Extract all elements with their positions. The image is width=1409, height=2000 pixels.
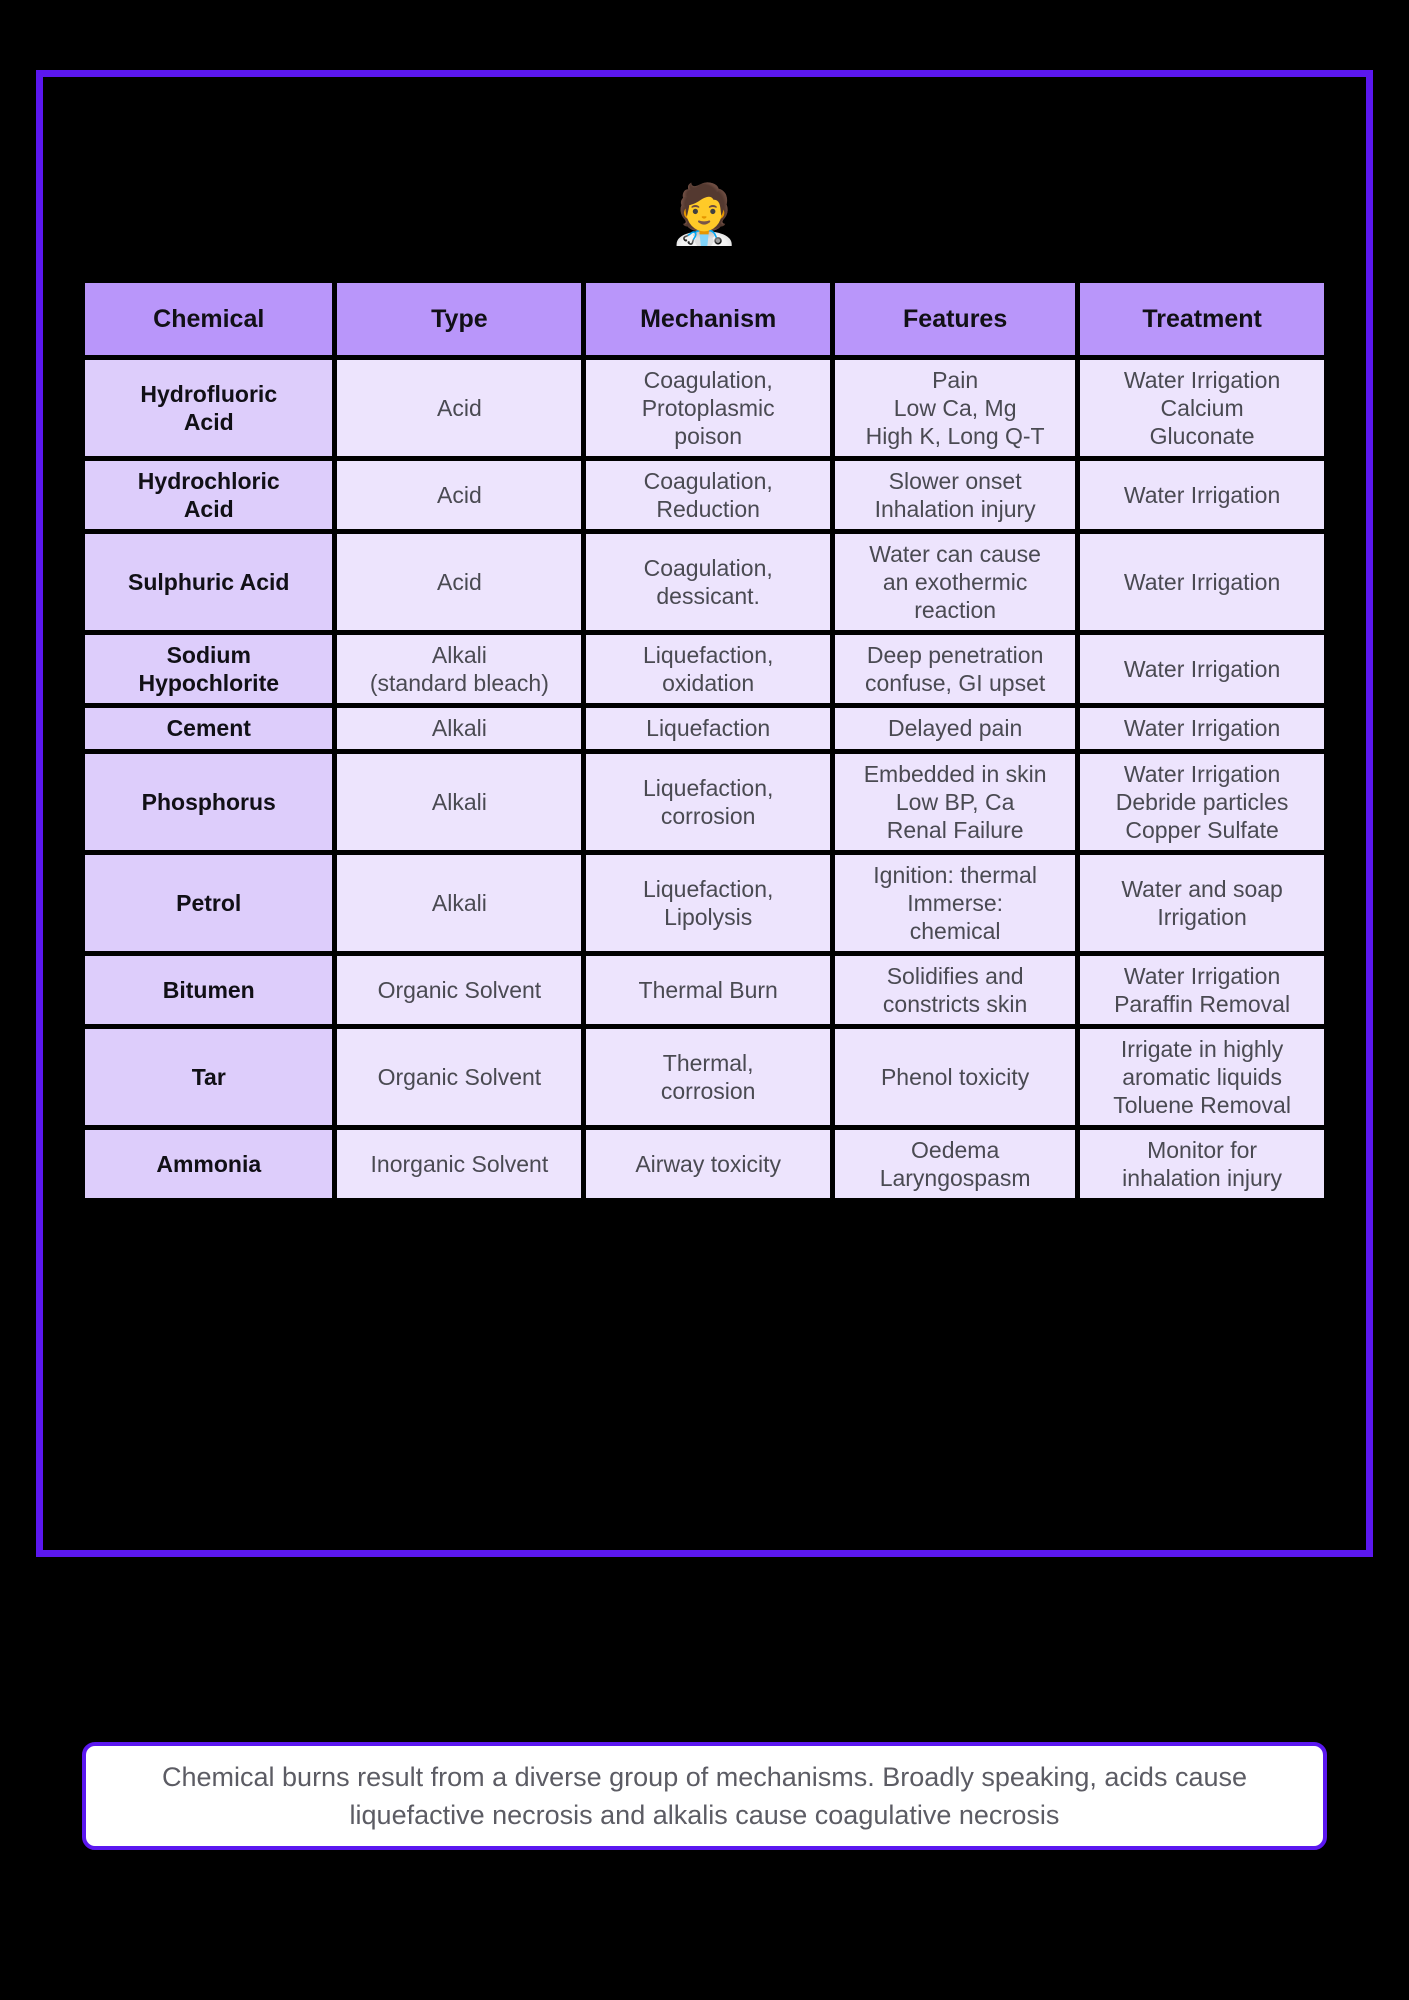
cell-features: Pain Low Ca, Mg High K, Long Q-T — [835, 360, 1076, 457]
cell-treatment: Water Irrigation — [1080, 708, 1324, 749]
table-body: Hydrofluoric Acid Acid Coagulation, Prot… — [85, 360, 1324, 1199]
cell-mechanism: Coagulation, Protoplasmic poison — [586, 360, 831, 457]
avatar-container: 🧑‍⚕️ — [0, 186, 1409, 244]
table-row: Hydrofluoric Acid Acid Coagulation, Prot… — [85, 360, 1324, 457]
cell-chemical: Hydrofluoric Acid — [85, 360, 333, 457]
cell-mechanism: Airway toxicity — [586, 1130, 831, 1199]
cell-treatment: Water Irrigation Paraffin Removal — [1080, 955, 1324, 1024]
chemical-burns-table: Chemical Type Mechanism Features Treatme… — [80, 278, 1329, 1203]
cell-treatment: Water Irrigation Calcium Gluconate — [1080, 360, 1324, 457]
cell-mechanism: Thermal Burn — [586, 955, 831, 1024]
column-header-chemical: Chemical — [85, 283, 333, 355]
cell-type: Inorganic Solvent — [337, 1130, 582, 1199]
cell-features: Slower onset Inhalation injury — [835, 461, 1076, 530]
cell-features: Water can cause an exothermic reaction — [835, 534, 1076, 631]
cell-type: Alkali — [337, 854, 582, 951]
table-header: Chemical Type Mechanism Features Treatme… — [85, 283, 1324, 355]
cell-features: Solidifies and constricts skin — [835, 955, 1076, 1024]
column-header-features: Features — [835, 283, 1076, 355]
cell-type: Alkali (standard bleach) — [337, 635, 582, 704]
summary-note-box: Chemical burns result from a diverse gro… — [82, 1742, 1327, 1850]
cell-features: Embedded in skin Low BP, Ca Renal Failur… — [835, 753, 1076, 850]
poster-root: 🧑‍⚕️ Chemical Type Mechanism Features Tr… — [0, 0, 1409, 2000]
cell-mechanism: Liquefaction, Lipolysis — [586, 854, 831, 951]
table-row: Sodium Hypochlorite Alkali (standard ble… — [85, 635, 1324, 704]
cell-mechanism: Coagulation, Reduction — [586, 461, 831, 530]
cell-chemical: Sodium Hypochlorite — [85, 635, 333, 704]
table-row: Bitumen Organic Solvent Thermal Burn Sol… — [85, 955, 1324, 1024]
cell-type: Alkali — [337, 708, 582, 749]
cell-mechanism: Liquefaction, corrosion — [586, 753, 831, 850]
table-row: Hydrochloric Acid Acid Coagulation, Redu… — [85, 461, 1324, 530]
cell-chemical: Hydrochloric Acid — [85, 461, 333, 530]
cell-chemical: Sulphuric Acid — [85, 534, 333, 631]
cell-treatment: Water Irrigation — [1080, 635, 1324, 704]
table-row: Cement Alkali Liquefaction Delayed pain … — [85, 708, 1324, 749]
table-row: Tar Organic Solvent Thermal, corrosion P… — [85, 1028, 1324, 1126]
column-header-type: Type — [337, 283, 582, 355]
cell-treatment: Irrigate in highly aromatic liquids Tolu… — [1080, 1028, 1324, 1126]
cell-chemical: Tar — [85, 1028, 333, 1126]
table-row: Phosphorus Alkali Liquefaction, corrosio… — [85, 753, 1324, 850]
cell-chemical: Phosphorus — [85, 753, 333, 850]
cell-treatment: Water and soap Irrigation — [1080, 854, 1324, 951]
table-row: Petrol Alkali Liquefaction, Lipolysis Ig… — [85, 854, 1324, 951]
cell-mechanism: Thermal, corrosion — [586, 1028, 831, 1126]
table-row: Sulphuric Acid Acid Coagulation, dessica… — [85, 534, 1324, 631]
table-row: Ammonia Inorganic Solvent Airway toxicit… — [85, 1130, 1324, 1199]
cell-type: Acid — [337, 461, 582, 530]
column-header-mechanism: Mechanism — [586, 283, 831, 355]
cell-type: Alkali — [337, 753, 582, 850]
cell-features: Oedema Laryngospasm — [835, 1130, 1076, 1199]
cell-chemical: Bitumen — [85, 955, 333, 1024]
cell-chemical: Cement — [85, 708, 333, 749]
cell-type: Acid — [337, 360, 582, 457]
cell-features: Ignition: thermal Immerse: chemical — [835, 854, 1076, 951]
cell-features: Phenol toxicity — [835, 1028, 1076, 1126]
cell-treatment: Water Irrigation Debride particles Coppe… — [1080, 753, 1324, 850]
cell-type: Organic Solvent — [337, 1028, 582, 1126]
summary-note-text: Chemical burns result from a diverse gro… — [162, 1761, 1247, 1830]
cell-chemical: Ammonia — [85, 1130, 333, 1199]
cell-type: Acid — [337, 534, 582, 631]
doctor-face-emoji-icon: 🧑‍⚕️ — [668, 182, 741, 247]
column-header-treatment: Treatment — [1080, 283, 1324, 355]
cell-treatment: Water Irrigation — [1080, 461, 1324, 530]
cell-features: Deep penetration confuse, GI upset — [835, 635, 1076, 704]
table-header-row: Chemical Type Mechanism Features Treatme… — [85, 283, 1324, 355]
chemical-burns-table-container: Chemical Type Mechanism Features Treatme… — [80, 278, 1329, 1203]
cell-chemical: Petrol — [85, 854, 333, 951]
cell-type: Organic Solvent — [337, 955, 582, 1024]
cell-treatment: Monitor for inhalation injury — [1080, 1130, 1324, 1199]
cell-treatment: Water Irrigation — [1080, 534, 1324, 631]
cell-mechanism: Liquefaction — [586, 708, 831, 749]
cell-mechanism: Coagulation, dessicant. — [586, 534, 831, 631]
cell-features: Delayed pain — [835, 708, 1076, 749]
cell-mechanism: Liquefaction, oxidation — [586, 635, 831, 704]
